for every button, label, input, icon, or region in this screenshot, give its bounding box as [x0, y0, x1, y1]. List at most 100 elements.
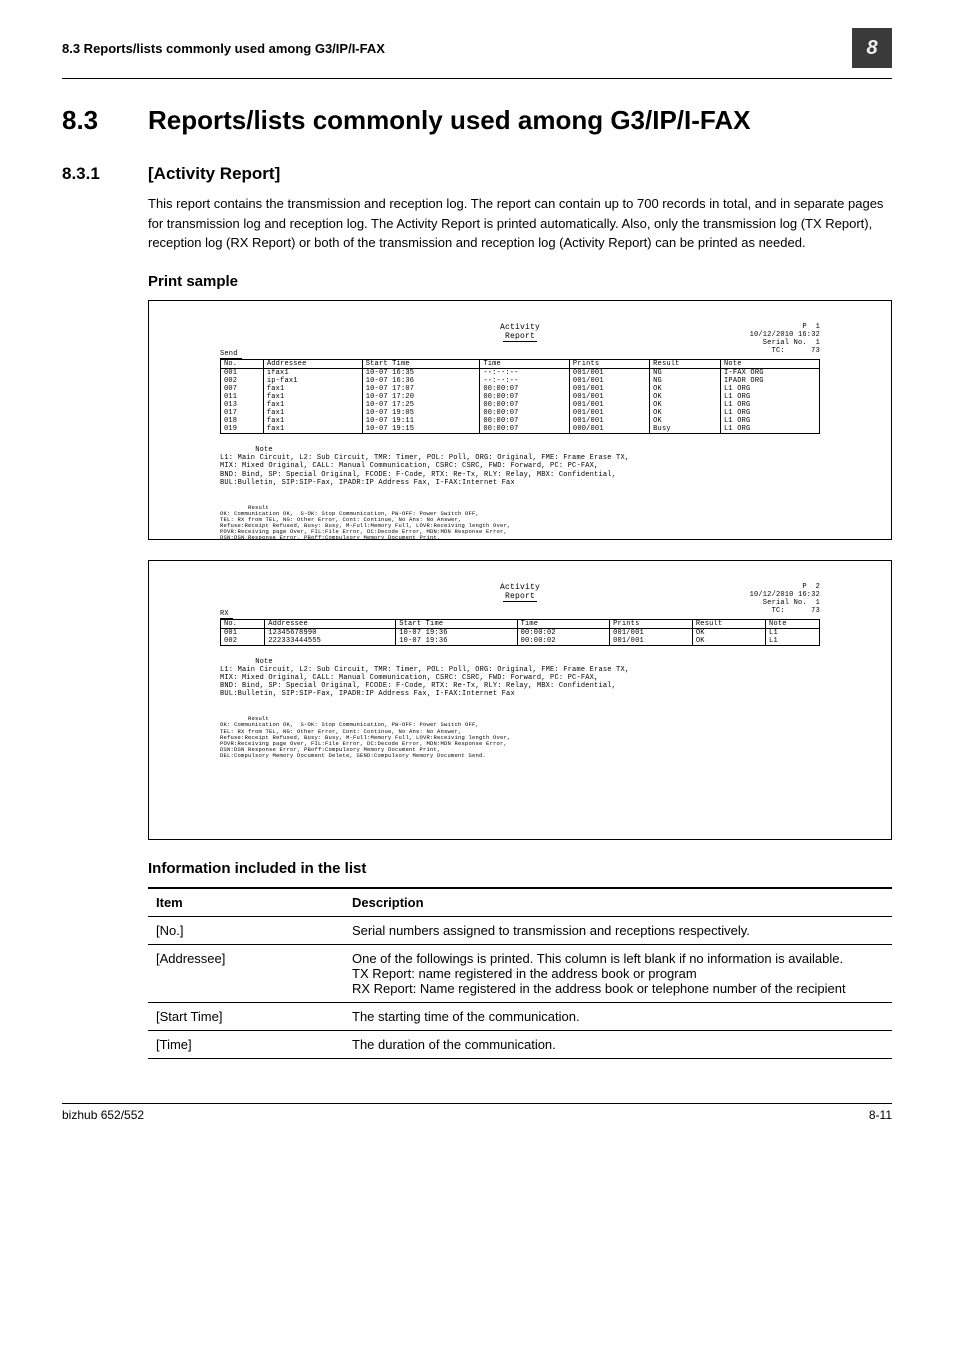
- report-cell: 10-07 19:11: [362, 417, 480, 425]
- report-cell: OK: [650, 409, 721, 417]
- report-col-header: Note: [721, 359, 820, 368]
- report-cell: L1: [766, 628, 820, 637]
- report-cell: fax1: [263, 425, 362, 434]
- report-cell: 001/001: [569, 417, 649, 425]
- report-col-header: Result: [650, 359, 721, 368]
- report1-note-label: Note: [255, 446, 303, 454]
- report-cell: L1 ORG: [721, 393, 820, 401]
- report-cell: --:--:--: [480, 368, 570, 377]
- print-sample-box-1: P 1 10/12/2010 16:32 Serial No. 1 TC: 73…: [148, 300, 892, 540]
- report-cell: 002: [221, 637, 265, 646]
- report1-note-text: L1: Main Circuit, L2: Sub Circuit, TMR: …: [220, 454, 760, 486]
- report-cell: 00:00:02: [517, 637, 609, 646]
- report-cell: 10-07 17:20: [362, 393, 480, 401]
- report-cell: 10-07 19:15: [362, 425, 480, 434]
- report-cell: 019: [221, 425, 264, 434]
- report-cell: 00:00:07: [480, 401, 570, 409]
- report1-table: No.AddresseeStart TimeTimePrintsResultNo…: [220, 359, 820, 434]
- section-number: 8.3: [62, 105, 148, 136]
- report-col-header: No.: [221, 359, 264, 368]
- report-cell: 001/001: [569, 409, 649, 417]
- report-cell: 001: [221, 628, 265, 637]
- running-header: 8.3 Reports/lists commonly used among G3…: [62, 41, 852, 56]
- report-cell: L1 ORG: [721, 409, 820, 417]
- report-cell: 000/001: [569, 425, 649, 434]
- report-cell: L1: [766, 637, 820, 646]
- report-cell: L1 ORG: [721, 401, 820, 409]
- report-col-header: Prints: [569, 359, 649, 368]
- report-cell: 10-07 19:36: [396, 628, 517, 637]
- report-col-header: Time: [517, 619, 609, 628]
- report-cell: 011: [221, 393, 264, 401]
- info-item: [No.]: [148, 916, 344, 944]
- footer-left: bizhub 652/552: [62, 1108, 144, 1122]
- report-cell: 00:00:07: [480, 393, 570, 401]
- report-cell: 001/001: [569, 401, 649, 409]
- header-rule: [62, 78, 892, 79]
- report-cell: fax1: [263, 393, 362, 401]
- report-col-header: Start Time: [396, 619, 517, 628]
- subsection-title: 8.3.1[Activity Report]: [62, 164, 892, 184]
- section-title: 8.3Reports/lists commonly used among G3/…: [62, 105, 892, 136]
- chapter-box: 8: [852, 28, 892, 68]
- report-cell: 007: [221, 385, 264, 393]
- report-cell: 017: [221, 409, 264, 417]
- report-col-header: Note: [766, 619, 820, 628]
- report-cell: 10-07 19:36: [396, 637, 517, 646]
- report-col-header: Start Time: [362, 359, 480, 368]
- report-cell: 12345678990: [265, 628, 396, 637]
- report2-meta: P 2 10/12/2010 16:32 Serial No. 1 TC: 73: [750, 583, 820, 615]
- report-cell: 00:00:07: [480, 385, 570, 393]
- report-cell: fax1: [263, 409, 362, 417]
- report-cell: 001: [221, 368, 264, 377]
- report-col-header: No.: [221, 619, 265, 628]
- report-cell: 013: [221, 401, 264, 409]
- report-cell: 00:00:07: [480, 425, 570, 434]
- footer-right: 8-11: [869, 1108, 892, 1122]
- subsection-text: [Activity Report]: [148, 164, 280, 183]
- report-cell: I-FAX ORG: [721, 368, 820, 377]
- report-cell: OK: [650, 417, 721, 425]
- report-cell: fax1: [263, 417, 362, 425]
- info-desc: One of the followings is printed. This c…: [344, 944, 892, 1002]
- subsection-number: 8.3.1: [62, 164, 148, 184]
- report-cell: 00:00:02: [517, 628, 609, 637]
- info-heading: Information included in the list: [148, 860, 892, 877]
- report2-section-label: RX: [220, 610, 233, 619]
- section-text: Reports/lists commonly used among G3/IP/…: [148, 105, 750, 135]
- report-cell: 001/001: [569, 377, 649, 385]
- report-cell: 00:00:07: [480, 417, 570, 425]
- report-cell: 001/001: [569, 385, 649, 393]
- report1-title: Activity Report: [220, 323, 820, 342]
- report-cell: ifax1: [263, 368, 362, 377]
- report2-note-text: L1: Main Circuit, L2: Sub Circuit, TMR: …: [220, 666, 760, 698]
- info-item: [Addressee]: [148, 944, 344, 1002]
- report-cell: NG: [650, 368, 721, 377]
- print-sample-heading: Print sample: [148, 273, 892, 290]
- report1-meta: P 1 10/12/2010 16:32 Serial No. 1 TC: 73: [750, 323, 820, 355]
- report-cell: 10-07 16:36: [362, 377, 480, 385]
- report-col-header: Result: [692, 619, 765, 628]
- report-col-header: Time: [480, 359, 570, 368]
- report-cell: --:--:--: [480, 377, 570, 385]
- report-cell: NG: [650, 377, 721, 385]
- report-cell: L1 ORG: [721, 425, 820, 434]
- info-head-desc: Description: [344, 888, 892, 917]
- info-table: Item Description [No.]Serial numbers ass…: [148, 887, 892, 1059]
- report2-table: No.AddresseeStart TimeTimePrintsResultNo…: [220, 619, 820, 646]
- info-item: [Start Time]: [148, 1002, 344, 1030]
- report-cell: L1 ORG: [721, 417, 820, 425]
- report2-result-text: OK: Communication OK, S-OK: Stop Communi…: [220, 722, 760, 758]
- intro-paragraph: This report contains the transmission an…: [148, 194, 892, 253]
- report2-title: Activity Report: [220, 583, 820, 602]
- report-cell: IPADR ORG: [721, 377, 820, 385]
- report-cell: 001/001: [569, 393, 649, 401]
- report-cell: 00:00:07: [480, 409, 570, 417]
- report-cell: fax1: [263, 401, 362, 409]
- report-cell: 001/001: [610, 637, 693, 646]
- report-cell: 001/001: [569, 368, 649, 377]
- report-cell: fax1: [263, 385, 362, 393]
- report-col-header: Addressee: [263, 359, 362, 368]
- report-cell: L1 ORG: [721, 385, 820, 393]
- report2-note-label: Note: [255, 658, 303, 666]
